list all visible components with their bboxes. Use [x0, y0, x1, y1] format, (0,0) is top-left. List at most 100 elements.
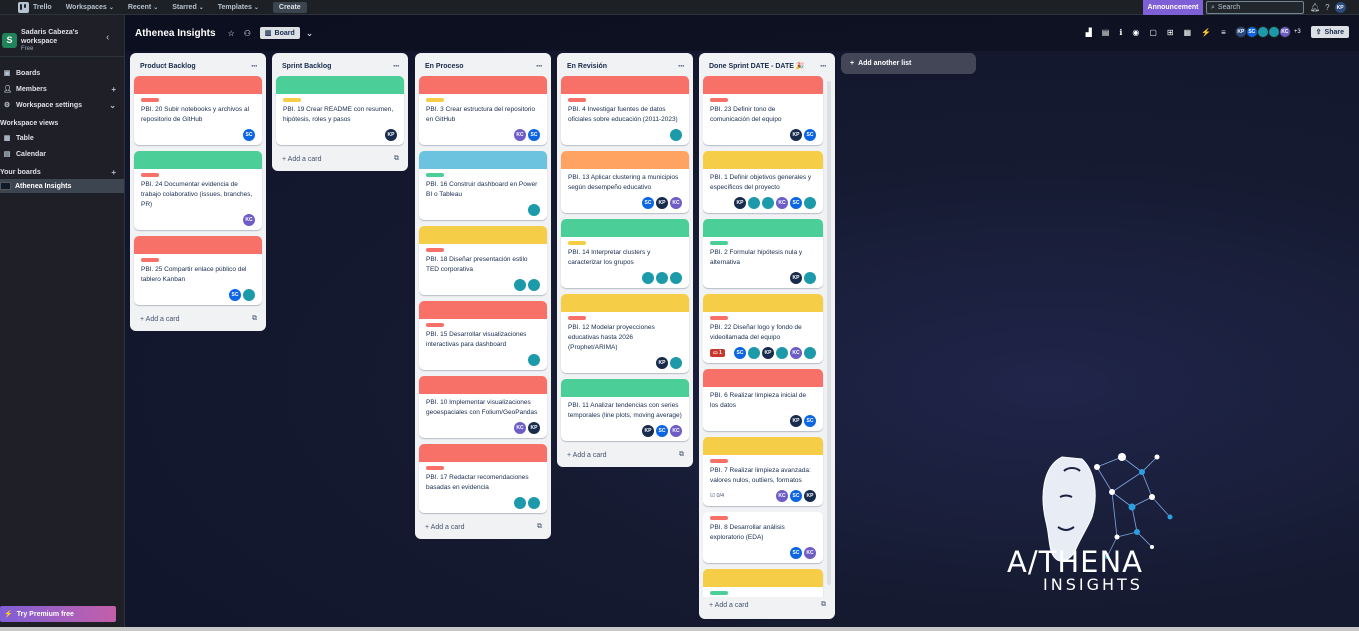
list-title[interactable]: Sprint Backlog	[282, 63, 331, 70]
list-1[interactable]: Sprint Backlog ··· PBI. 19 Crear README co…	[272, 53, 408, 171]
avatar[interactable]: KC	[514, 422, 526, 434]
filter-icon[interactable]: ≡	[1221, 28, 1226, 37]
card[interactable]: PBI. 3 Crear estructura del repositorio …	[419, 76, 547, 145]
avatar[interactable]: KP	[790, 129, 802, 141]
sidebar-item-members[interactable]: 👤︎ Members +	[0, 81, 124, 97]
list-header[interactable]: En Revisión ···	[561, 58, 689, 74]
user-avatar[interactable]: KP	[1334, 2, 1346, 13]
card-label[interactable]	[710, 98, 728, 102]
add-card-button[interactable]: + Add a card ⧉	[134, 311, 262, 327]
more-options-icon[interactable]: ···	[393, 61, 400, 71]
card[interactable]: PBI. 11 Analizar tendencias con series t…	[561, 379, 689, 441]
card[interactable]: PBI. 8 Desarrollar análisis exploratorio…	[703, 512, 823, 563]
avatar[interactable]	[670, 357, 682, 369]
menu-templates[interactable]: Templates ⌄	[218, 4, 259, 11]
card-template-icon[interactable]: ⧉	[252, 315, 257, 323]
card[interactable]: PBI. 23 Definir tono de comunicación del…	[703, 76, 823, 145]
card[interactable]: PBI. 18 Diseñar presentación estilo TED …	[419, 226, 547, 295]
avatar[interactable]: SC	[642, 197, 654, 209]
card-label[interactable]	[710, 241, 728, 245]
avatar[interactable]: KP	[762, 347, 774, 359]
avatar[interactable]: KC	[670, 425, 682, 437]
card-label[interactable]	[568, 316, 586, 320]
avatar[interactable]	[243, 289, 255, 301]
sidebar-board-athenea[interactable]: Athenea Insights	[0, 179, 124, 193]
avatar[interactable]: KC	[790, 347, 802, 359]
card[interactable]: PBI. 24 Documentar evidencia de trabajo …	[134, 151, 262, 230]
card-label[interactable]	[141, 173, 159, 177]
avatar[interactable]	[528, 354, 540, 366]
avatar[interactable]: KP	[790, 415, 802, 427]
card-label[interactable]	[710, 591, 728, 595]
card-label[interactable]	[426, 98, 444, 102]
card[interactable]: PBI. 25 Compartir enlace público del tab…	[134, 236, 262, 305]
avatar[interactable]: SC	[734, 347, 746, 359]
list-header[interactable]: Product Backlog ···	[134, 58, 262, 74]
notification-bell-icon[interactable]: 🔔︎	[1310, 3, 1320, 12]
collapse-sidebar-icon[interactable]: ‹	[106, 32, 109, 43]
avatar[interactable]: SC	[790, 547, 802, 559]
board-title[interactable]: Athenea Insights	[135, 28, 216, 39]
map-icon[interactable]: ⊞	[1167, 28, 1174, 37]
list-0[interactable]: Product Backlog ··· PBI. 20 Subir notebook…	[130, 53, 266, 331]
avatar[interactable]	[528, 204, 540, 216]
more-options-icon[interactable]: ···	[820, 61, 827, 71]
avatar[interactable]	[804, 272, 816, 284]
create-button[interactable]: Create	[272, 1, 307, 13]
card[interactable]: PBI. 17 Redactar recomendaciones basadas…	[419, 444, 547, 513]
sidebar-item-settings[interactable]: ⚙︎ Workspace settings ⌄	[0, 97, 124, 113]
list-scrollbar[interactable]	[827, 81, 831, 585]
share-button[interactable]: ⇪ Share	[1310, 26, 1349, 38]
avatar[interactable]	[514, 279, 526, 291]
card[interactable]: PBI. 10 Implementar visualizaciones geoe…	[419, 376, 547, 438]
card-label[interactable]	[141, 98, 159, 102]
add-board-icon[interactable]: +	[111, 168, 116, 177]
card[interactable]: PBI. 20 Subir notebooks y archivos al re…	[134, 76, 262, 145]
board-view-button[interactable]: ▥ Board	[259, 27, 300, 39]
list-header[interactable]: En Proceso ···	[419, 58, 547, 74]
avatar[interactable]: KP	[734, 197, 746, 209]
github-icon[interactable]: ◉	[1132, 28, 1139, 37]
calendar-icon[interactable]: ▤	[1102, 28, 1110, 37]
avatar[interactable]	[748, 347, 760, 359]
avatar[interactable]: KP	[385, 129, 397, 141]
visibility-icon[interactable]: ⚇	[244, 29, 251, 38]
avatar[interactable]	[514, 497, 526, 509]
list-4[interactable]: Done Sprint DATE - DATE 🎉 ··· PBI. 23 Defi…	[699, 53, 835, 619]
card[interactable]: PBI. 15 Desarrollar visualizaciones inte…	[419, 301, 547, 370]
add-card-button[interactable]: + Add a card ⧉	[561, 447, 689, 463]
list-header[interactable]: Sprint Backlog ···	[276, 58, 404, 74]
card[interactable]: PBI. 21 Exportar dataset final	[703, 569, 823, 597]
card-label[interactable]	[426, 323, 444, 327]
avatar[interactable]: KC	[243, 214, 255, 226]
card-template-icon[interactable]: ⧉	[679, 451, 684, 459]
card-label[interactable]	[710, 459, 728, 463]
card[interactable]: PBI. 4 Investigar fuentes de datos ofici…	[561, 76, 689, 145]
avatar[interactable]: SC	[804, 415, 816, 427]
menu-workspaces[interactable]: Workspaces ⌄	[66, 4, 114, 11]
card[interactable]: PBI. 16 Construir dashboard en Power BI …	[419, 151, 547, 220]
add-card-button[interactable]: + Add a card ⧉	[703, 597, 831, 613]
more-options-icon[interactable]: ···	[536, 61, 543, 71]
try-premium-button[interactable]: ⚡ Try Premium free	[0, 606, 116, 622]
avatar[interactable]	[656, 272, 668, 284]
card-label[interactable]	[710, 516, 728, 520]
card-template-icon[interactable]: ⧉	[821, 601, 826, 609]
help-icon[interactable]: ?	[1325, 3, 1329, 12]
avatar[interactable]: SC	[229, 289, 241, 301]
avatar[interactable]: KP	[804, 490, 816, 502]
avatar[interactable]: SC	[243, 129, 255, 141]
card-label[interactable]	[568, 241, 586, 245]
card-label[interactable]	[283, 98, 301, 102]
card-label[interactable]	[568, 98, 586, 102]
list-title[interactable]: En Proceso	[425, 63, 464, 70]
sidebar-item-boards[interactable]: ▣ Boards	[0, 65, 124, 81]
avatar[interactable]	[642, 272, 654, 284]
add-card-button[interactable]: + Add a card ⧉	[276, 151, 404, 167]
avatar[interactable]	[804, 197, 816, 209]
trello-logo[interactable]: Trello	[18, 1, 52, 13]
card-aging-icon[interactable]: ▢	[1149, 28, 1157, 37]
avatar[interactable]: KC	[1278, 26, 1291, 38]
card[interactable]: PBI. 1 Definir objetivos generales y esp…	[703, 151, 823, 213]
chevron-down-icon[interactable]: ⌄	[306, 28, 314, 39]
